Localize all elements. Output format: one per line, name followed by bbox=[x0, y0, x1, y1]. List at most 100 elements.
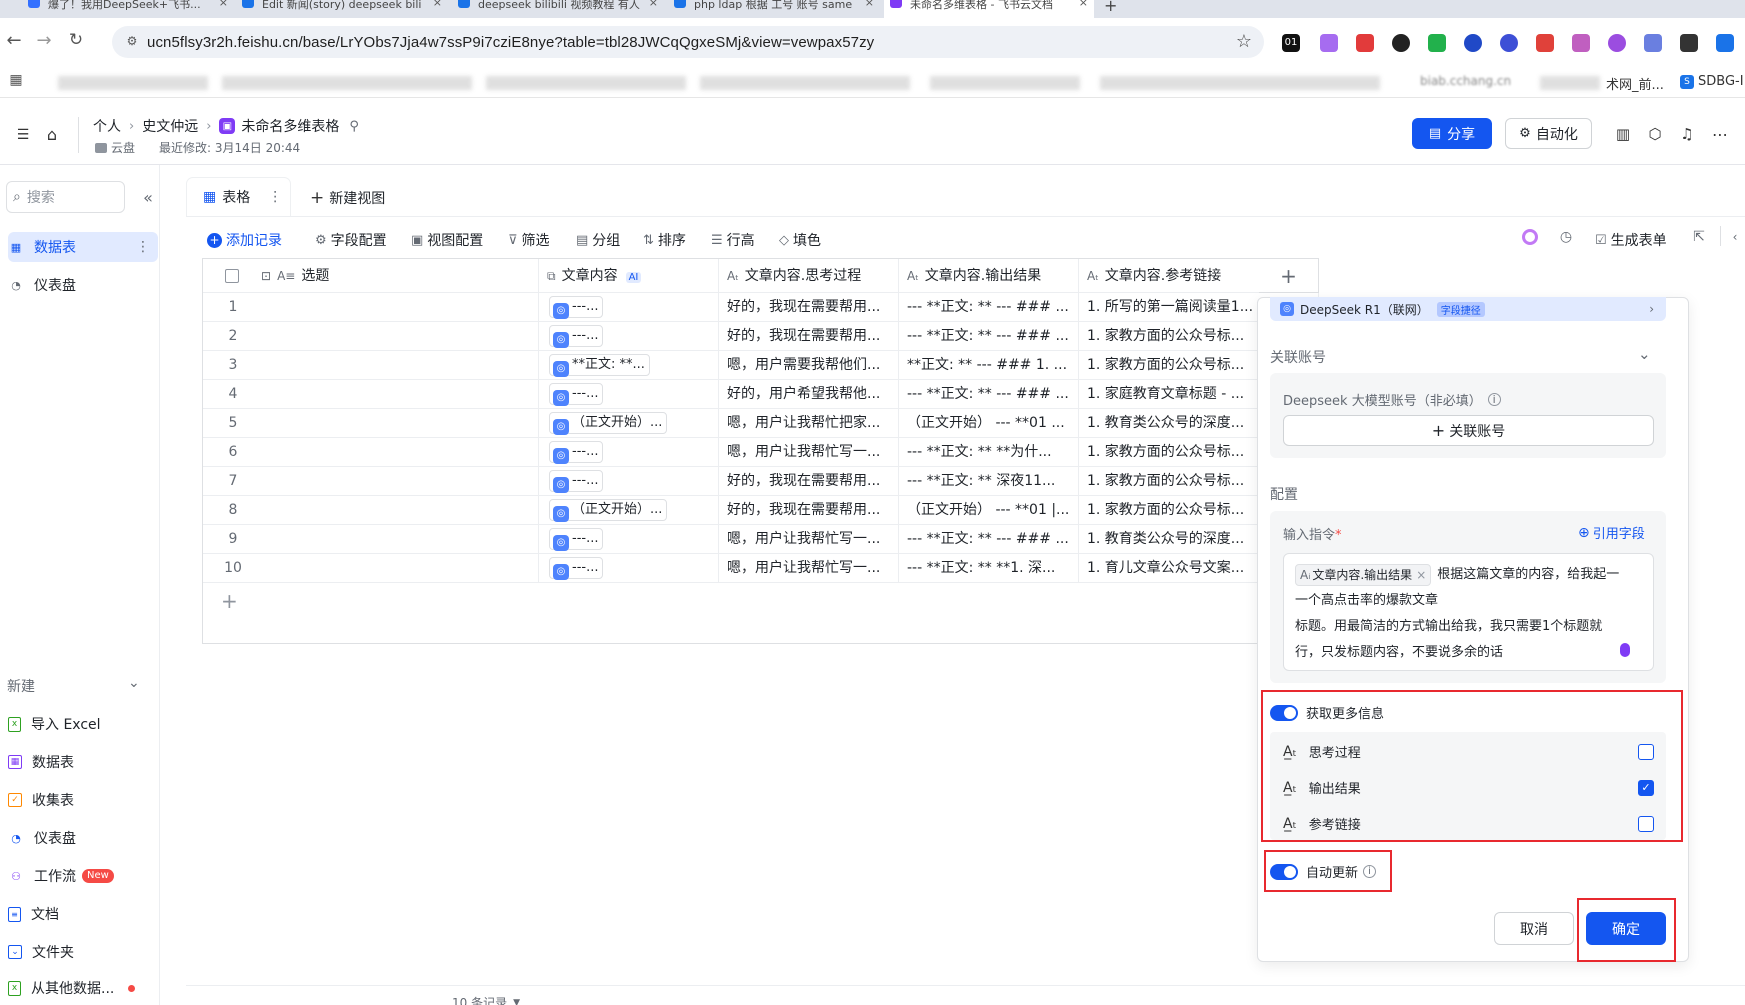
close-tab-icon[interactable]: × bbox=[649, 0, 658, 8]
new-doc[interactable]: ≡ 文档 bbox=[8, 899, 158, 929]
column-header[interactable]: ⧉ 文章内容 AI bbox=[539, 259, 719, 293]
home-icon[interactable]: ⌂ bbox=[42, 124, 62, 144]
extension-icon[interactable] bbox=[1464, 34, 1482, 52]
table-row[interactable]: 4 ◎ ---... 好的，用户希望我帮他... --- **正文: ** --- ##… bbox=[203, 380, 1319, 409]
bookmark-item[interactable]: biab.cchang.cn bbox=[1420, 74, 1511, 88]
cell-title[interactable] bbox=[263, 467, 539, 496]
ai-content-tag[interactable]: ◎ （正文开始）... bbox=[549, 499, 668, 522]
cell-content[interactable]: ◎ ---... bbox=[539, 380, 719, 409]
cell-think[interactable]: 好的，用户希望我帮他... bbox=[719, 380, 899, 409]
chevron-down-icon[interactable]: ⌄ bbox=[1638, 345, 1651, 363]
group-button[interactable]: ▤ 分组 bbox=[576, 230, 620, 250]
filter-button[interactable]: ⊽ 筛选 bbox=[508, 230, 550, 250]
sidebar-toggle-icon[interactable]: ☰ bbox=[14, 126, 32, 144]
browser-tab-active[interactable]: 未命名多维表格 - 飞书云文档 × bbox=[884, 0, 1094, 18]
sidebar-item-table[interactable]: ▦ 数据表 ⋮ bbox=[8, 232, 158, 262]
sidebar-item-dashboard[interactable]: ◔ 仪表盘 bbox=[8, 270, 158, 300]
cell-content[interactable]: ◎ ---... bbox=[539, 525, 719, 554]
table-row[interactable]: 6 ◎ ---... 嗯，用户让我帮忙写一... --- **正文: ** **为什..… bbox=[203, 438, 1319, 467]
extension-icon[interactable] bbox=[1716, 34, 1734, 52]
cell-out[interactable]: （正文开始） --- **01 ... bbox=[899, 409, 1079, 438]
close-icon[interactable]: × bbox=[1416, 568, 1426, 582]
close-tab-icon[interactable]: × bbox=[219, 0, 228, 8]
close-tab-icon[interactable]: × bbox=[865, 0, 874, 8]
cell-title[interactable] bbox=[263, 293, 539, 322]
cell-title[interactable] bbox=[263, 554, 539, 583]
cell-content[interactable]: ◎ ---... bbox=[539, 554, 719, 583]
share-icon[interactable]: ⇱ bbox=[1690, 228, 1708, 246]
new-dashboard[interactable]: ◔ 仪表盘 bbox=[8, 823, 158, 853]
cell-out[interactable]: --- **正文: ** **为什... bbox=[899, 438, 1079, 467]
back-arrow-icon[interactable]: ← bbox=[4, 30, 24, 51]
ai-content-tag[interactable]: ◎ **正文: **... bbox=[549, 354, 650, 377]
browser-tab[interactable]: deepseek bilibili 视频教程 有人 × bbox=[452, 0, 664, 18]
ai-content-tag[interactable]: ◎ ---... bbox=[549, 528, 604, 551]
cell-out[interactable]: （正文开始） --- **01 |... bbox=[899, 496, 1079, 525]
select-all-checkbox[interactable] bbox=[225, 269, 239, 283]
collapse-panel-icon[interactable]: ‹ bbox=[1728, 228, 1742, 246]
browser-tab[interactable]: 爆了！我用DeepSeek+飞书... × bbox=[22, 0, 234, 18]
info-icon[interactable]: i bbox=[1487, 393, 1501, 406]
new-view-button[interactable]: + 新建视图 bbox=[310, 188, 385, 208]
record-count[interactable]: 10 条记录 ▼ bbox=[452, 994, 520, 1005]
table-row[interactable]: 10 ◎ ---... 嗯，用户让我帮忙写一... --- **正文: ** **1. … bbox=[203, 554, 1319, 583]
collapse-sidebar-icon[interactable]: « bbox=[138, 188, 158, 207]
extension-icon[interactable] bbox=[1608, 34, 1626, 52]
column-header[interactable]: Aₜ 文章内容.思考过程 bbox=[719, 259, 899, 293]
url-text[interactable]: ucn5flsy3r2h.feishu.cn/base/LrYObs7Jja4w… bbox=[147, 34, 874, 51]
generate-form-button[interactable]: ☑ 生成表单 bbox=[1595, 230, 1667, 250]
cell-title[interactable] bbox=[263, 322, 539, 351]
table-row[interactable]: 3 ◎ **正文: **... 嗯，用户需要我帮他们... **正文: ** --- #… bbox=[203, 351, 1319, 380]
cell-content[interactable]: ◎ **正文: **... bbox=[539, 351, 719, 380]
reference-field-link[interactable]: ⊕ 引用字段 bbox=[1578, 523, 1645, 543]
fill-color-button[interactable]: ◇ 填色 bbox=[779, 230, 821, 250]
cell-think[interactable]: 好的，我现在需要帮用... bbox=[719, 293, 899, 322]
ai-content-tag[interactable]: ◎ ---... bbox=[549, 296, 604, 319]
cell-out[interactable]: --- **正文: ** **1. 深... bbox=[899, 554, 1079, 583]
cell-out[interactable]: **正文: ** --- ### 1. ... bbox=[899, 351, 1079, 380]
link-account-button[interactable]: + 关联账号 bbox=[1283, 415, 1654, 446]
ai-content-tag[interactable]: ◎ （正文开始）... bbox=[549, 412, 668, 435]
bookmark-item[interactable]: SDBG-I bbox=[1698, 74, 1744, 89]
table-row[interactable]: 2 ◎ ---... 好的，我现在需要帮用... --- **正文: ** --- ##… bbox=[203, 322, 1319, 351]
plugin-icon[interactable]: ⬡ bbox=[1645, 124, 1665, 144]
forward-arrow-icon[interactable]: → bbox=[34, 30, 54, 51]
model-selector[interactable]: ◎ DeepSeek R1（联网） 字段捷径 › bbox=[1270, 297, 1666, 321]
close-tab-icon[interactable]: × bbox=[433, 0, 442, 8]
cell-think[interactable]: 嗯，用户让我帮忙把家... bbox=[719, 409, 899, 438]
breadcrumb-item[interactable]: 个人 bbox=[93, 116, 121, 136]
cell-title[interactable] bbox=[263, 409, 539, 438]
bookmark-item[interactable]: 术网_前... bbox=[1606, 74, 1664, 93]
cell-out[interactable]: --- **正文: ** --- ### ... bbox=[899, 380, 1079, 409]
new-folder[interactable]: ⌄ 文件夹 bbox=[8, 937, 158, 967]
cell-content[interactable]: ◎ ---... bbox=[539, 438, 719, 467]
document-title[interactable]: 未命名多维表格 bbox=[241, 116, 339, 136]
cell-out[interactable]: --- **正文: ** 深夜11... bbox=[899, 467, 1079, 496]
automation-button[interactable]: ⚙ 自动化 bbox=[1505, 118, 1592, 149]
cell-think[interactable]: 嗯，用户让我帮忙写一... bbox=[719, 438, 899, 467]
cell-think[interactable]: 好的，我现在需要帮用... bbox=[719, 322, 899, 351]
cell-think[interactable]: 好的，我现在需要帮用... bbox=[719, 496, 899, 525]
breadcrumb-item[interactable]: 史文仲远 bbox=[142, 116, 198, 136]
ai-assistant-icon[interactable] bbox=[1522, 229, 1538, 245]
search-input[interactable]: ⌕ 搜索 bbox=[6, 181, 125, 213]
site-info-icon[interactable]: ⚙ bbox=[124, 33, 140, 49]
pin-icon[interactable]: ⚲ bbox=[349, 119, 359, 134]
bell-icon[interactable]: ♫ bbox=[1677, 124, 1697, 144]
table-row[interactable]: 8 ◎ （正文开始）... 好的，我现在需要帮用... （正文开始） --- **01 … bbox=[203, 496, 1319, 525]
cell-out[interactable]: --- **正文: ** --- ### ... bbox=[899, 322, 1079, 351]
cell-title[interactable] bbox=[263, 496, 539, 525]
browser-tab[interactable]: Edit 新闻(story) deepseek bili × bbox=[236, 0, 448, 18]
extension-icon[interactable] bbox=[1680, 34, 1698, 52]
cell-content[interactable]: ◎ ---... bbox=[539, 293, 719, 322]
table-row[interactable]: 5 ◎ （正文开始）... 嗯，用户让我帮忙把家... （正文开始） --- **01 … bbox=[203, 409, 1319, 438]
field-reference-chip[interactable]: Aᵢ 文章内容.输出结果 × bbox=[1295, 564, 1432, 586]
add-column-button[interactable]: + bbox=[1259, 258, 1319, 293]
cell-think[interactable]: 嗯，用户需要我帮他们... bbox=[719, 351, 899, 380]
extension-icon[interactable] bbox=[1500, 34, 1518, 52]
add-record-button[interactable]: + 添加记录 bbox=[207, 230, 282, 250]
table-row[interactable]: 1 ◎ ---... 好的，我现在需要帮用... --- **正文: ** --- ##… bbox=[203, 293, 1319, 322]
extension-icon[interactable]: 01 bbox=[1282, 34, 1300, 52]
new-tab-button[interactable]: + bbox=[1104, 0, 1117, 15]
more-icon[interactable]: ⋯ bbox=[1710, 124, 1730, 144]
